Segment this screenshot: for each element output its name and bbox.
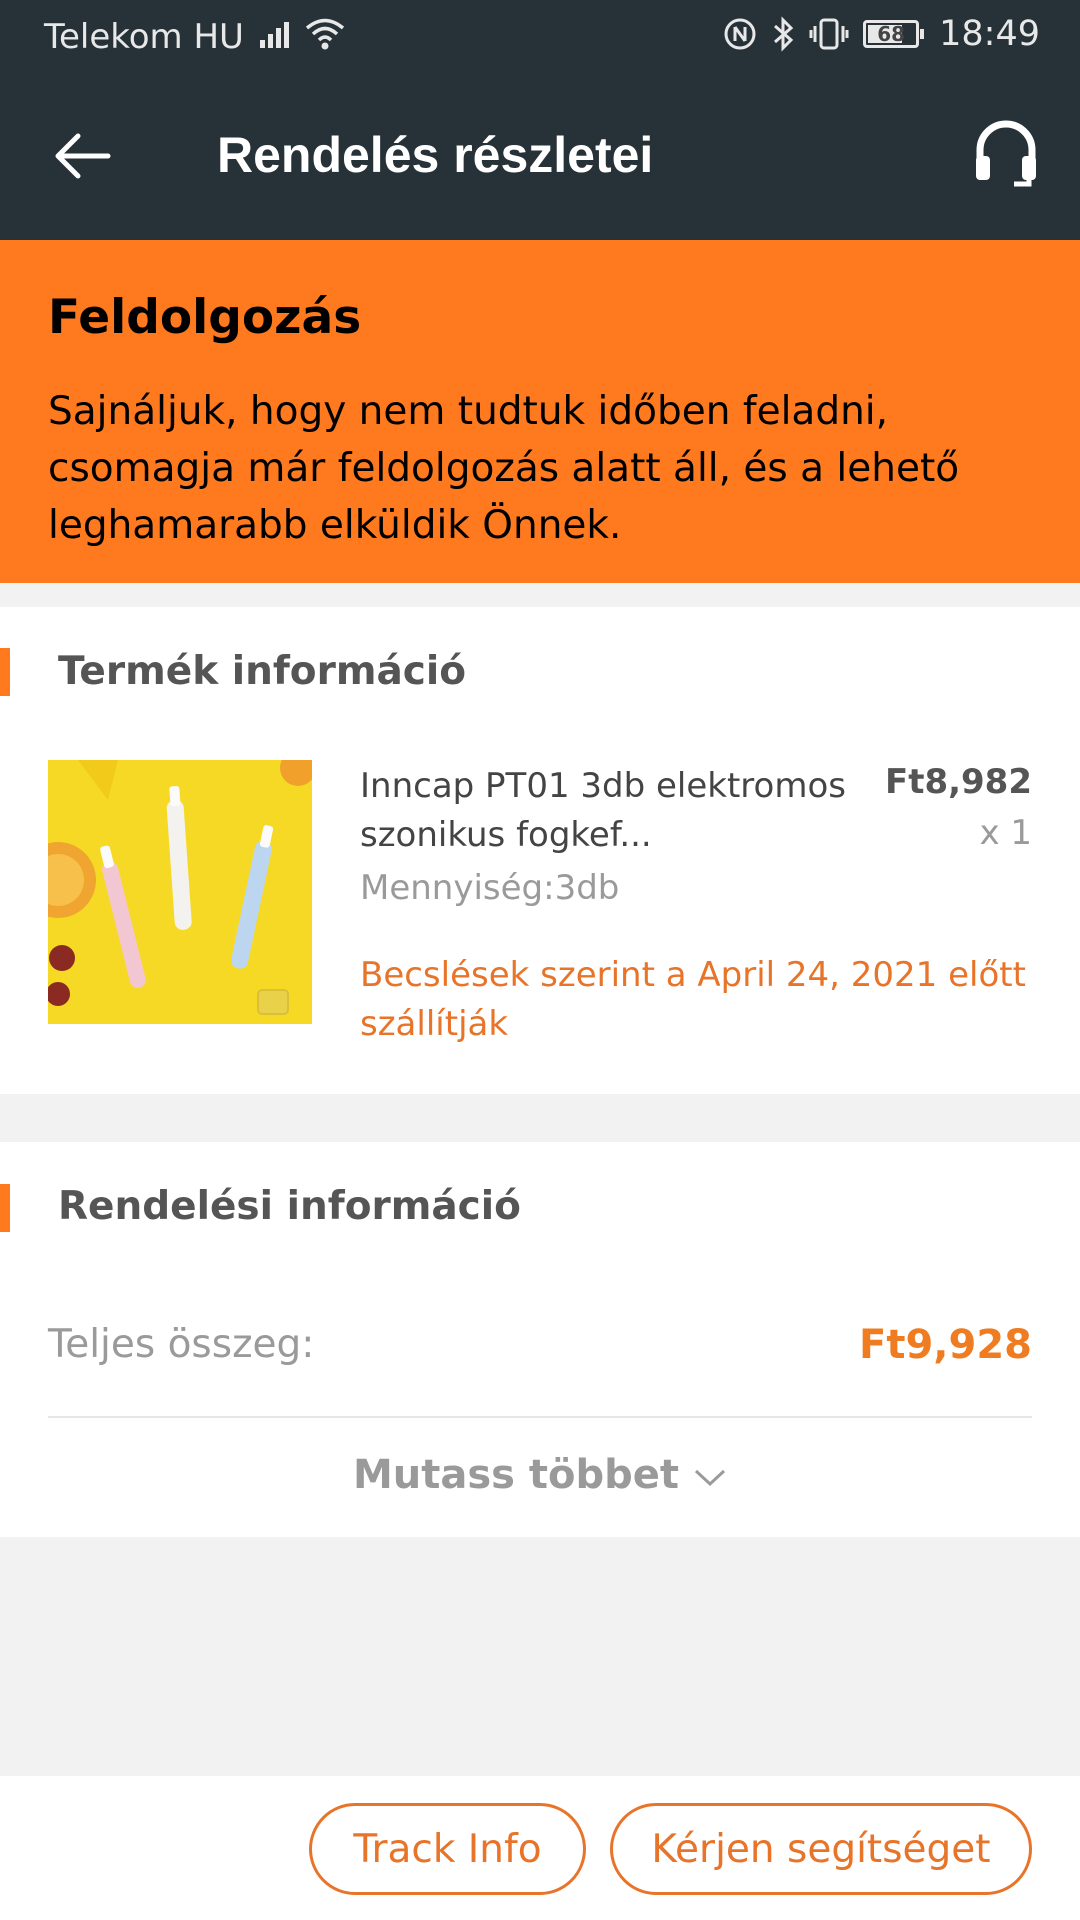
divider [48, 1416, 1032, 1418]
top-bar: Telekom HU 68 18:49 Rendelés részletei [0, 0, 1080, 240]
bluetooth-icon [774, 16, 794, 52]
clock: 18:49 [939, 14, 1040, 54]
show-more-button[interactable]: Mutass többet [0, 1452, 1080, 1498]
order-details-screen: Telekom HU 68 18:49 Rendelés részletei F… [0, 0, 1080, 1920]
product-price: Ft8,982 [884, 762, 1032, 802]
product-count: x 1 [979, 813, 1032, 853]
total-value: Ft9,928 [859, 1322, 1032, 1368]
product-quantity: Mennyiség:3db [360, 868, 620, 908]
track-info-button[interactable]: Track Info [309, 1803, 586, 1895]
total-label: Teljes összeg: [48, 1322, 315, 1367]
section-accent-bar [0, 1184, 10, 1232]
banner-title: Feldolgozás [48, 290, 362, 345]
wifi-icon [305, 18, 345, 50]
signal-icon [260, 22, 289, 48]
product-section-title: Termék információ [58, 649, 467, 694]
vibrate-icon [809, 18, 849, 50]
get-help-button[interactable]: Kérjen segítséget [610, 1803, 1032, 1895]
page-title: Rendelés részletei [217, 127, 654, 183]
battery-icon: 68 [863, 20, 925, 48]
headset-icon[interactable] [974, 118, 1038, 190]
order-section-title: Rendelési információ [58, 1184, 521, 1229]
delivery-estimate: Becslések szerint a April 24, 2021 előtt… [360, 955, 1026, 1044]
show-more-label: Mutass többet [352, 1452, 680, 1498]
product-name[interactable]: Inncap PT01 3db elektromos szonikus fogk… [360, 762, 880, 860]
battery-level: 68 [877, 22, 906, 46]
chevron-down-icon [695, 1469, 726, 1487]
arrow-left-icon[interactable] [50, 124, 114, 188]
nfc-icon [724, 18, 756, 50]
status-bar: Telekom HU 68 18:49 [0, 0, 1080, 75]
status-icons: 68 18:49 [723, 14, 1040, 54]
section-accent-bar [0, 648, 10, 696]
product-thumbnail[interactable] [48, 760, 312, 1024]
carrier-name: Telekom HU [44, 17, 244, 57]
banner-text: Sajnáljuk, hogy nem tudtuk időben feladn… [48, 389, 960, 548]
